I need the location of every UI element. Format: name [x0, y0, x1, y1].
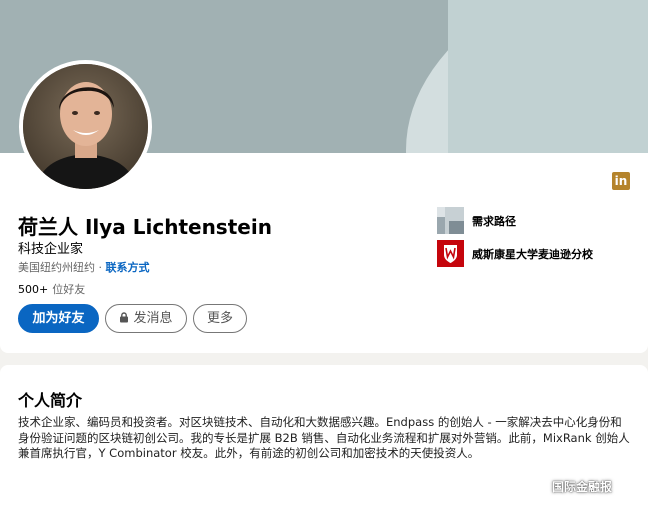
- avatar-photo: [23, 64, 148, 189]
- connections-number: 500+: [18, 283, 49, 296]
- current-company[interactable]: 需求路径: [437, 207, 516, 234]
- education-school[interactable]: 威斯康星大学麦迪逊分校: [437, 240, 593, 267]
- location-row: 美国纽约州纽约 · 联系方式: [18, 259, 150, 275]
- contact-info-link[interactable]: 联系方式: [106, 261, 150, 274]
- school-name: 威斯康星大学麦迪逊分校: [472, 247, 593, 261]
- watermark-text: 国际金融报: [552, 480, 613, 494]
- about-text: 技术企业家、编码员和投资者。对区块链技术、自动化和大数据感兴趣。Endpass …: [18, 415, 630, 460]
- lock-icon: [120, 312, 129, 323]
- school-crest-icon: [437, 240, 464, 267]
- location-separator: ·: [98, 261, 103, 274]
- profile-name: 荷兰人 Ilya Lichtenstein: [18, 215, 272, 239]
- connections-count[interactable]: 500+ 位好友: [18, 281, 85, 297]
- profile-card: in 荷兰人 Ilya Lichtenstein 科技企业家 美国纽约州纽约 ·…: [0, 0, 648, 353]
- message-button[interactable]: 发消息: [105, 304, 187, 333]
- more-button[interactable]: 更多: [193, 304, 247, 333]
- profile-avatar[interactable]: [19, 60, 152, 193]
- connect-button[interactable]: 加为好友: [18, 304, 99, 333]
- about-section: 个人简介 技术企业家、编码员和投资者。对区块链技术、自动化和大数据感兴趣。End…: [0, 365, 648, 507]
- profile-headline: 科技企业家: [18, 242, 84, 257]
- company-logo-icon: [437, 207, 464, 234]
- linkedin-icon[interactable]: in: [612, 172, 630, 190]
- location-text: 美国纽约州纽约: [18, 261, 95, 274]
- message-button-label: 发消息: [133, 311, 173, 326]
- connections-unit: 位好友: [52, 283, 86, 296]
- about-title: 个人简介: [18, 391, 83, 410]
- company-name: 需求路径: [472, 214, 516, 228]
